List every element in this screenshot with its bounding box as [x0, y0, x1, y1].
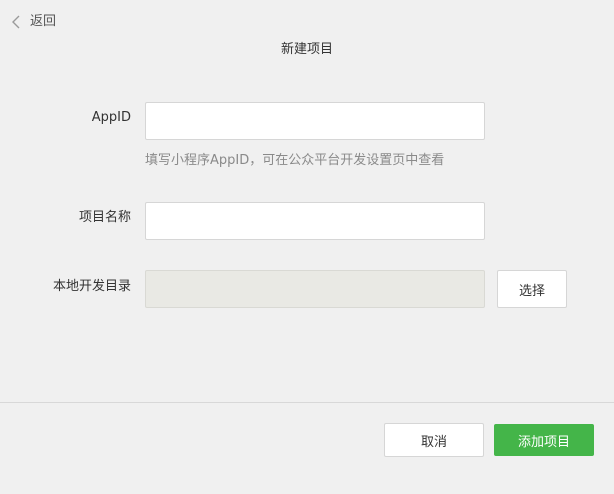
cancel-button[interactable]: 取消 [384, 423, 484, 457]
project-name-label: 项目名称 [78, 210, 131, 225]
add-project-button[interactable]: 添加项目 [494, 424, 594, 456]
back-label: 返回 [30, 14, 57, 29]
footer-divider [0, 402, 614, 403]
project-name-input[interactable] [145, 202, 485, 240]
choose-directory-button[interactable]: 选择 [497, 270, 567, 308]
local-dir-label: 本地开发目录 [52, 279, 131, 294]
appid-label: AppID [91, 110, 131, 125]
appid-input[interactable] [145, 102, 485, 140]
local-dir-input [145, 270, 485, 308]
chevron-left-icon [12, 15, 20, 29]
page-title: 新建项目 [280, 42, 333, 57]
appid-hint: 填写小程序AppID，可在公众平台开发设置页中查看 [145, 153, 445, 168]
back-link[interactable]: 返回 [10, 12, 56, 32]
